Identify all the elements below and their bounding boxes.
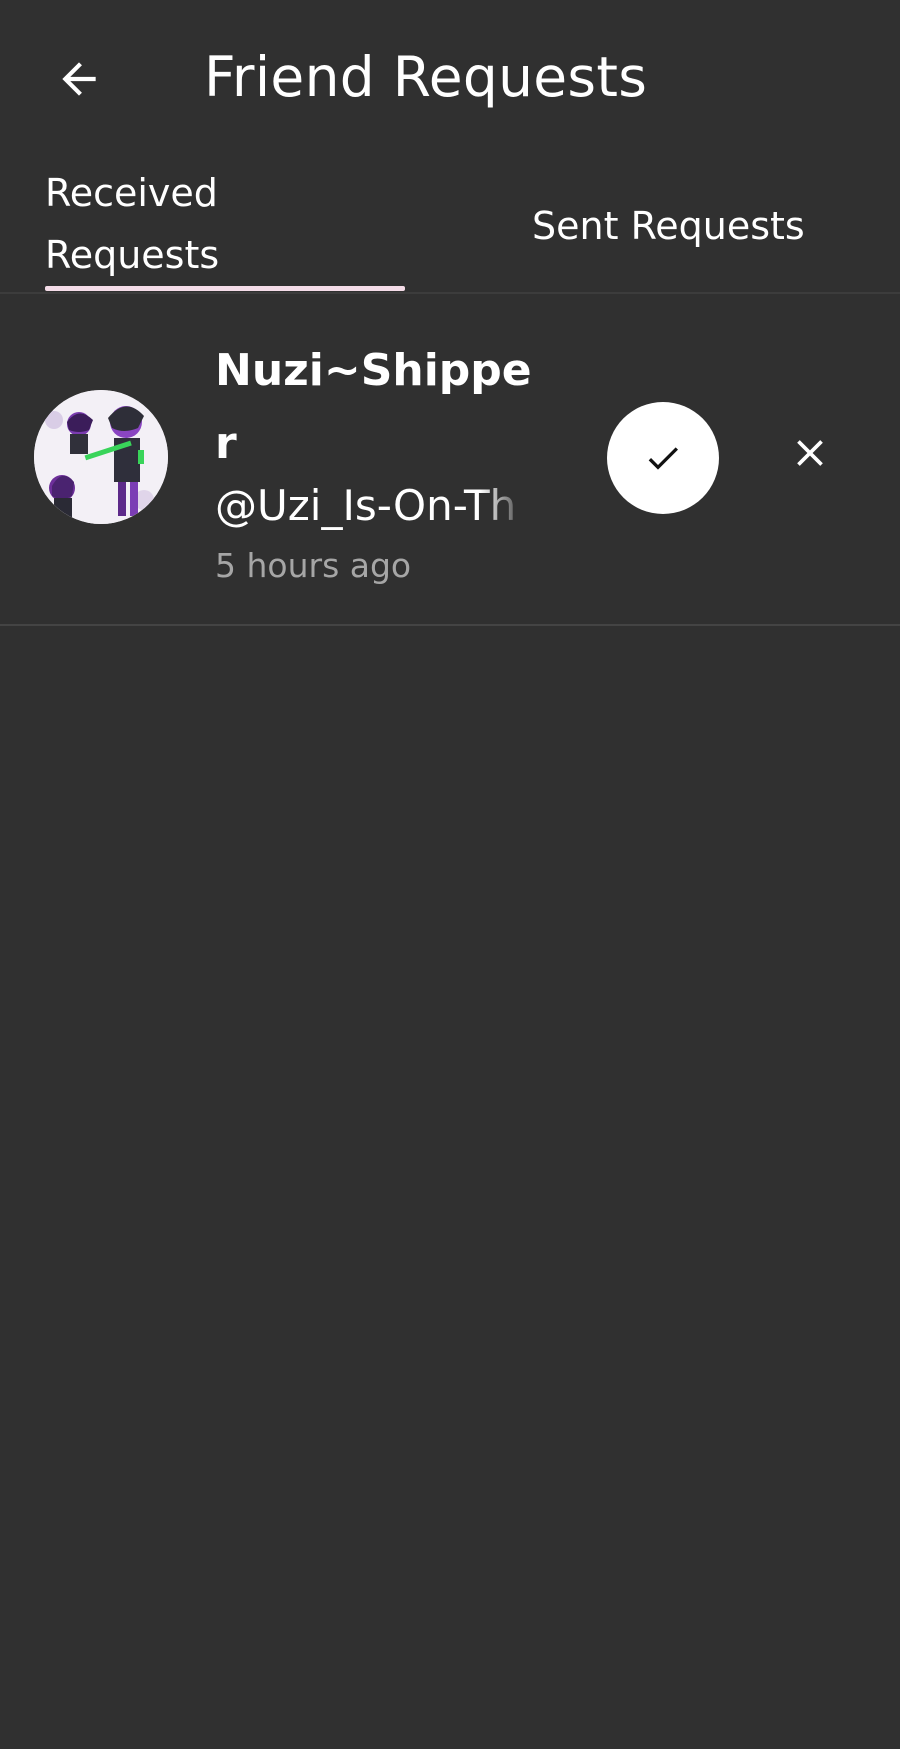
friend-requests-screen: Friend Requests Received Requests Sent R… xyxy=(0,0,900,1749)
request-display-name: Nuzi~Shipper xyxy=(215,345,532,469)
tab-received-label: Received Requests xyxy=(45,171,220,277)
decline-request-button[interactable] xyxy=(775,418,845,488)
checkmark-icon xyxy=(648,447,678,470)
back-button[interactable] xyxy=(44,44,114,114)
request-tabs: Received Requests Sent Requests xyxy=(0,160,900,292)
request-timestamp: 5 hours ago xyxy=(215,546,412,585)
close-icon xyxy=(797,440,823,466)
top-app-bar: Friend Requests xyxy=(0,0,900,160)
tab-sent-label: Sent Requests xyxy=(532,204,805,248)
avatar-image xyxy=(34,390,168,524)
tab-received-requests[interactable]: Received Requests xyxy=(45,160,405,292)
arrow-left-icon xyxy=(62,62,96,96)
friend-request-item[interactable]: Nuzi~Shipper @Uzi_Is-On-Th 5 hours ago xyxy=(0,294,900,624)
tab-sent-requests[interactable]: Sent Requests xyxy=(532,196,862,256)
request-username: @Uzi_Is-On-Th xyxy=(215,481,517,530)
list-divider xyxy=(0,624,900,626)
page-title: Friend Requests xyxy=(204,45,648,109)
active-tab-indicator xyxy=(45,286,405,291)
accept-request-button[interactable] xyxy=(607,402,719,514)
avatar[interactable] xyxy=(34,390,168,524)
